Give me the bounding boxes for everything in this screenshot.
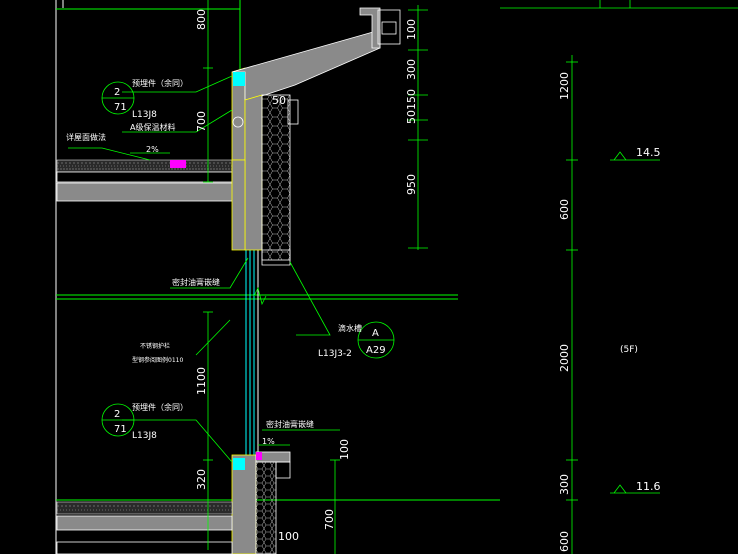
railing-label-2: 型钢参阅图例0110 bbox=[132, 356, 183, 364]
dim-100-bottom: 100 bbox=[278, 530, 299, 543]
drip-letter: A bbox=[372, 328, 379, 339]
wall-section-drawing: 预埋件（余同） 2 71 L13J8 A级保温材料 详屋面做法 2% 密封油膏嵌… bbox=[55, 0, 738, 554]
dim-chain-left bbox=[203, 0, 213, 550]
roof-slab bbox=[56, 182, 248, 202]
dim-300-right: 300 bbox=[558, 474, 571, 495]
callout-den-top: 71 bbox=[114, 102, 127, 113]
sill-seal-mark bbox=[256, 452, 262, 460]
floor-finish-lower bbox=[56, 501, 233, 515]
dim-950: 950 bbox=[405, 174, 418, 195]
roof-slope-label: 2% bbox=[146, 145, 159, 154]
cornice-slope bbox=[231, 29, 381, 101]
sill-drip-detail bbox=[275, 461, 291, 479]
dim-100-top: 100 bbox=[405, 19, 418, 40]
drip-ref: L13J3-2 bbox=[318, 349, 352, 359]
dim-100-mid: 100 bbox=[338, 439, 351, 460]
dim-chain-mid bbox=[330, 5, 428, 554]
callout-num-bottom: 2 bbox=[114, 409, 120, 420]
dim-150: 150 bbox=[405, 89, 418, 110]
callout-ref-bottom: L13J8 bbox=[132, 431, 157, 441]
embed-plate-bottom bbox=[233, 458, 245, 470]
callout-num-top: 2 bbox=[114, 87, 120, 98]
embed-plate-top bbox=[233, 72, 245, 86]
dim-1100: 1100 bbox=[195, 367, 208, 395]
drip-code: A29 bbox=[366, 345, 386, 356]
floor-slab-lower-b bbox=[56, 541, 233, 554]
roof-insulation-layer bbox=[56, 171, 233, 183]
dim-600-b: 600 bbox=[558, 531, 571, 552]
embed-label-bottom: 预埋件（余同） bbox=[132, 402, 188, 412]
roof-method-label: 详屋面做法 bbox=[66, 132, 106, 142]
callout-ref-top: L13J8 bbox=[132, 110, 157, 120]
dim-700-lower: 700 bbox=[323, 509, 336, 530]
dim-300-top: 300 bbox=[405, 59, 418, 80]
cornice-edge-detail bbox=[377, 9, 401, 45]
callout-den-bottom: 71 bbox=[114, 424, 127, 435]
roof-waterproof-mark bbox=[170, 160, 186, 168]
railing-label-1: 不锈钢护栏 bbox=[140, 342, 170, 350]
leader-lines bbox=[68, 75, 340, 463]
dim-320: 320 bbox=[195, 469, 208, 490]
break-symbol bbox=[253, 286, 267, 306]
sill-slope-label: 1% bbox=[262, 437, 275, 446]
dim-700-upper: 700 bbox=[195, 111, 208, 132]
level-upper: 14.5 bbox=[636, 146, 661, 159]
dim-50-a: 50 bbox=[405, 110, 418, 124]
drip-label: 滴水槽 bbox=[338, 323, 362, 333]
embed-label-top: 预埋件（余同） bbox=[132, 78, 188, 88]
dim-2000: 2000 bbox=[558, 344, 571, 372]
dim-1200: 1200 bbox=[558, 72, 571, 100]
dim-800: 800 bbox=[195, 9, 208, 30]
floor-tag: (5F) bbox=[620, 345, 638, 355]
wall-insulation-upper bbox=[261, 94, 291, 261]
wall-insulation-lower bbox=[255, 461, 277, 554]
sealant-label-bottom: 密封油膏嵌缝 bbox=[266, 419, 314, 429]
dim-600-a: 600 bbox=[558, 199, 571, 220]
floor-slab-lower bbox=[56, 515, 233, 531]
insulation-label: A级保温材料 bbox=[130, 122, 175, 132]
beam-column bbox=[244, 94, 263, 251]
cornice-groove bbox=[381, 21, 397, 35]
dim-50-b: 50 bbox=[272, 94, 286, 107]
level-lower: 11.6 bbox=[636, 480, 661, 493]
cad-drawing-canvas[interactable]: 预埋件（余同） 2 71 L13J8 A级保温材料 详屋面做法 2% 密封油膏嵌… bbox=[0, 0, 738, 554]
beam-body bbox=[231, 159, 246, 251]
sealant-label-top: 密封油膏嵌缝 bbox=[172, 277, 220, 287]
